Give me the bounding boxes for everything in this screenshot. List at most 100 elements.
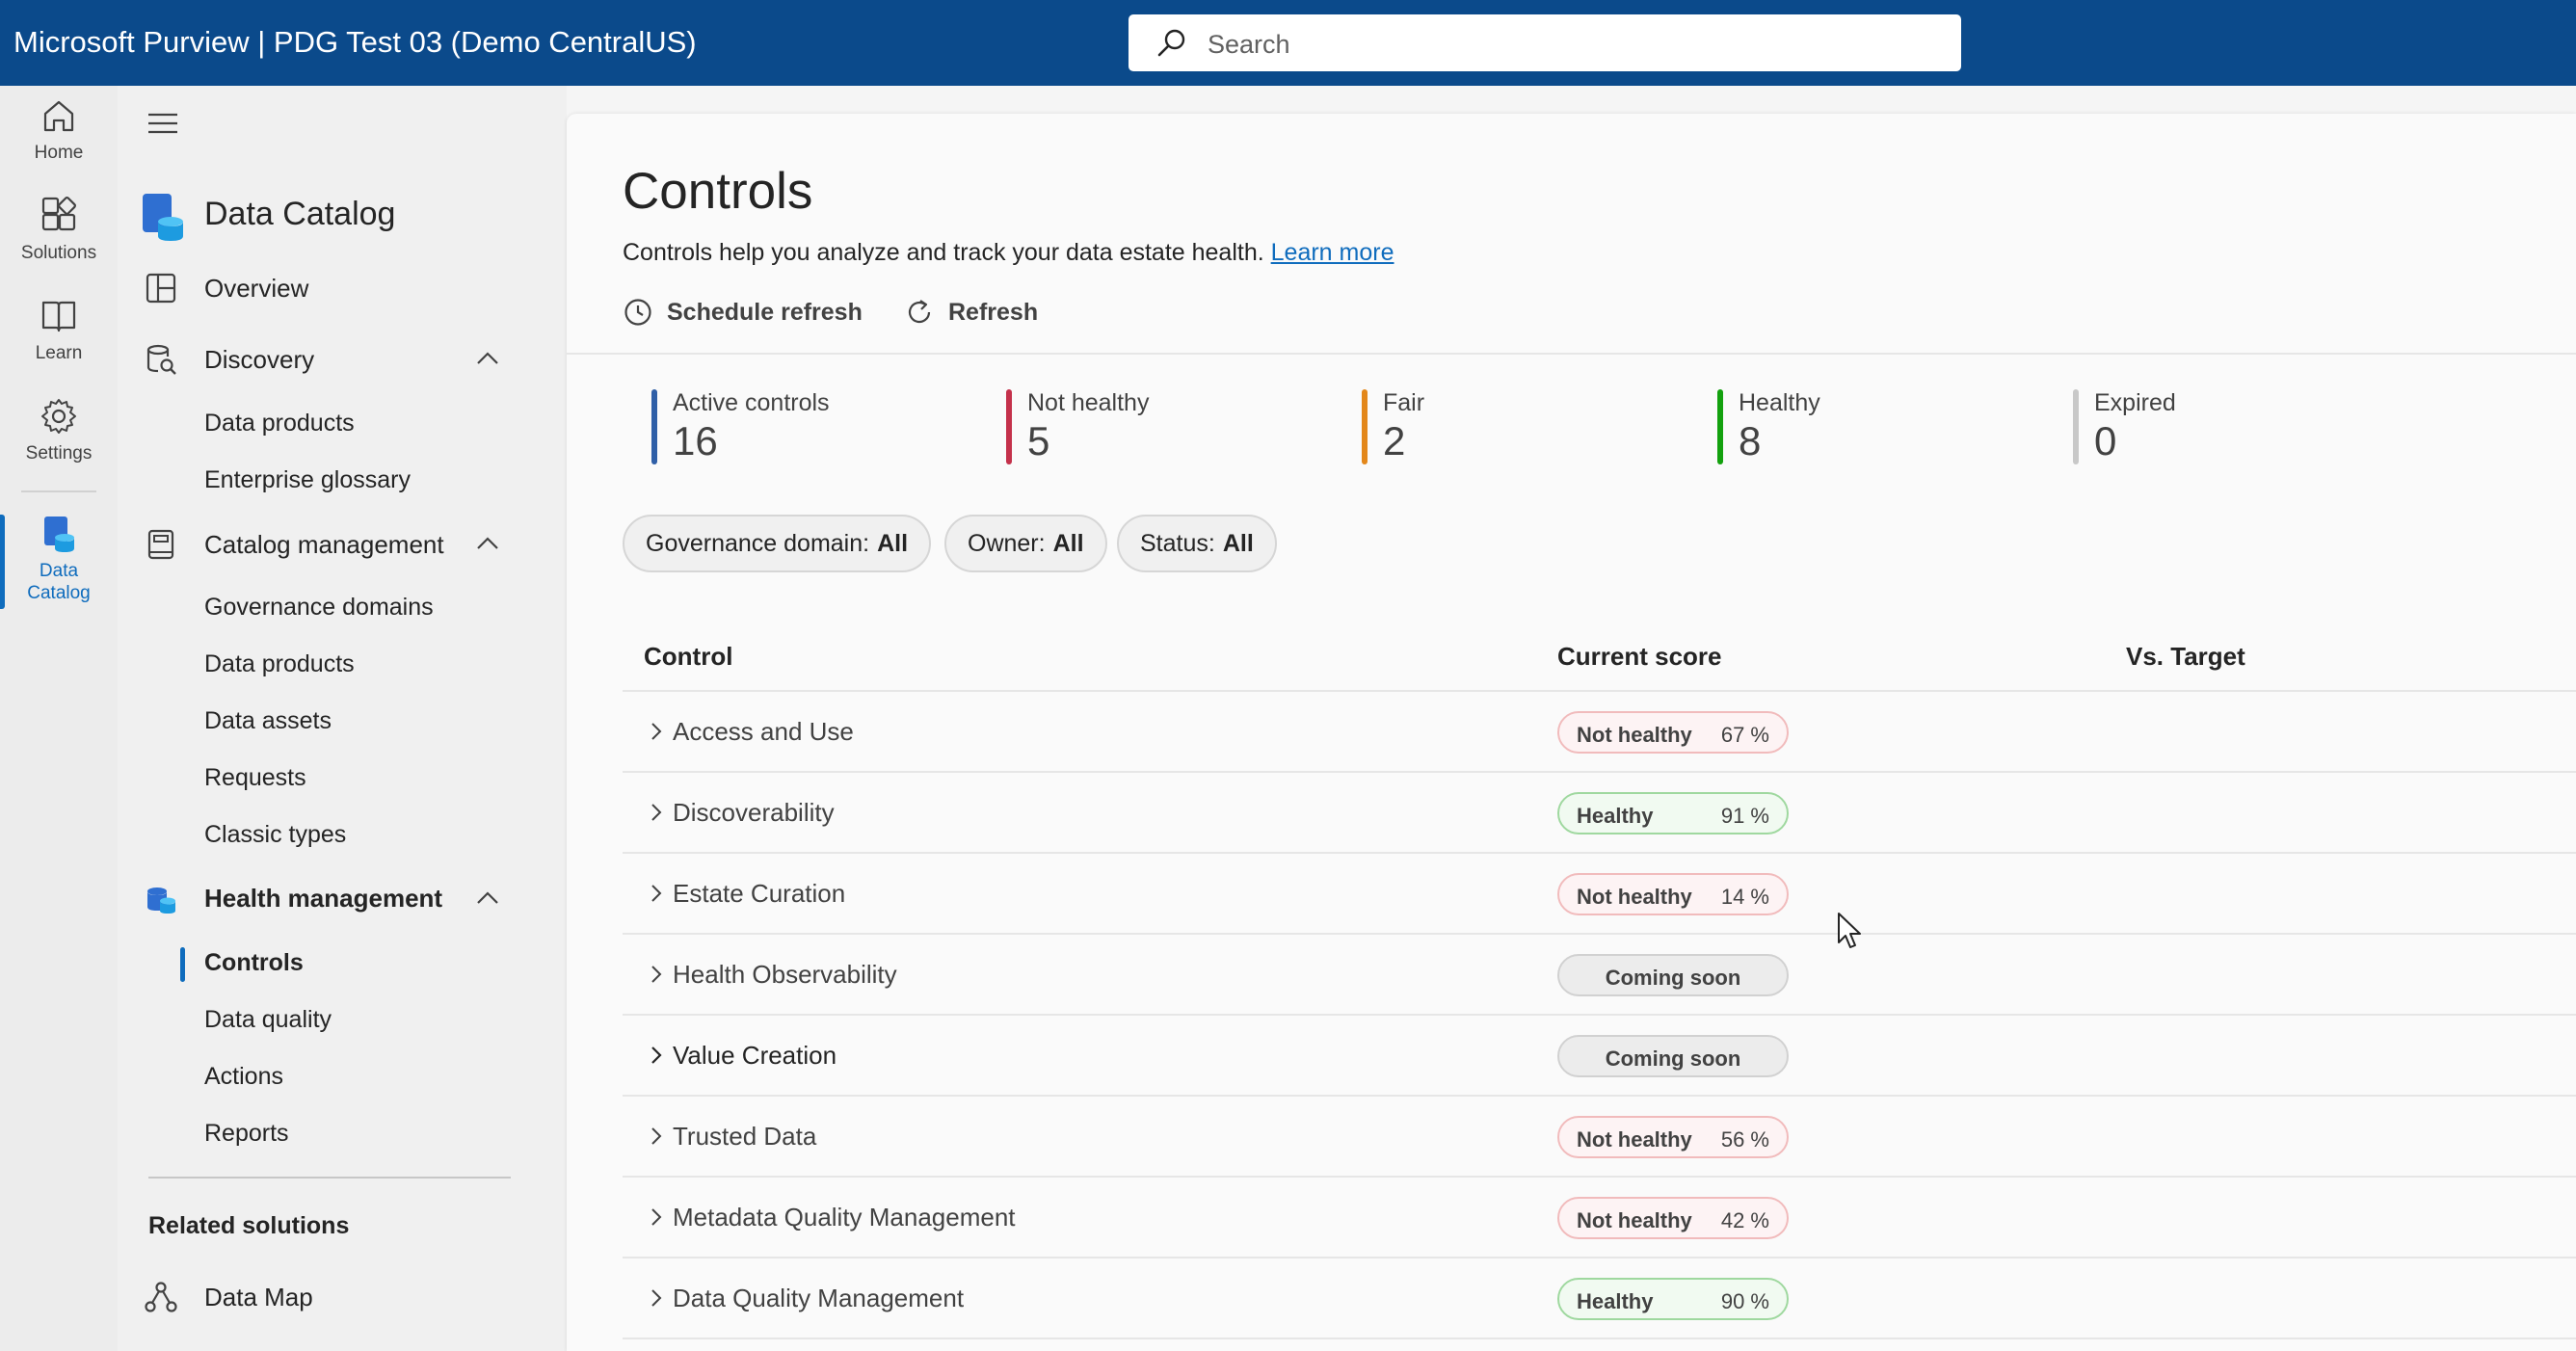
rail-item-settings[interactable]: Settings	[0, 396, 118, 464]
score-pill: Not healthy 56 %	[1557, 1116, 1789, 1158]
score-value: 90 %	[1720, 1289, 1769, 1313]
app-title[interactable]: Microsoft Purview | PDG Test 03 (Demo Ce…	[13, 25, 697, 60]
table-row[interactable]: Health Observability Coming soon	[623, 935, 2576, 1016]
filter-owner[interactable]: Owner: All	[944, 515, 1107, 572]
table-row[interactable]: Discoverability Healthy 91 %	[623, 773, 2576, 854]
score-pill: Coming soon	[1557, 954, 1789, 996]
column-header-current-score[interactable]: Current score	[1557, 642, 1722, 672]
data-catalog-icon	[44, 517, 74, 552]
kpi-label: Expired	[2094, 389, 2176, 416]
kpi-color-bar	[1006, 389, 1012, 464]
score-pill: Not healthy 42 %	[1557, 1197, 1789, 1239]
rail-label-data-catalog-line1: Data	[39, 561, 79, 581]
nav-item-catalog-data-products[interactable]: Data products	[204, 650, 355, 678]
table-row[interactable]: Data Quality Management Healthy 90 %	[623, 1258, 2576, 1339]
search-placeholder: Search	[1208, 30, 1290, 59]
page-description-text: Controls help you analyze and track your…	[623, 239, 1264, 266]
nav-item-actions[interactable]: Actions	[204, 1063, 283, 1091]
table-row[interactable]: Value Creation Coming soon	[623, 1016, 2576, 1097]
table-row[interactable]: Access and Use Not healthy 67 %	[623, 692, 2576, 773]
chevron-right-icon[interactable]	[644, 798, 669, 827]
chevron-right-icon[interactable]	[644, 1203, 669, 1232]
main-content: Controls Controls help you analyze and t…	[567, 114, 2576, 1351]
health-database-icon	[147, 887, 175, 914]
score-value: 91 %	[1720, 804, 1769, 828]
score-status: Coming soon	[1605, 966, 1741, 990]
column-header-vs-target[interactable]: Vs. Target	[2126, 642, 2245, 672]
page-description: Controls help you analyze and track your…	[623, 239, 1394, 267]
filter-status[interactable]: Status: All	[1117, 515, 1277, 572]
nav-panel: Data Catalog Overview Discovery Data pro…	[118, 86, 567, 1351]
score-value: 14 %	[1720, 885, 1769, 909]
nav-item-overview[interactable]: Overview	[118, 260, 567, 314]
refresh-button[interactable]: Refresh	[904, 293, 1038, 331]
nav-title: Data Catalog	[204, 196, 396, 232]
nav-item-controls[interactable]: Controls	[204, 949, 304, 977]
nav-divider	[148, 1177, 511, 1179]
kpi-value: 8	[1739, 418, 1762, 464]
filter-label: Status:	[1140, 529, 1215, 557]
nav-label-health-management: Health management	[204, 884, 443, 913]
nav-item-reports[interactable]: Reports	[204, 1120, 289, 1148]
chevron-right-icon[interactable]	[644, 960, 669, 989]
search-box[interactable]: Search	[1129, 14, 1961, 71]
score-value: 56 %	[1720, 1127, 1769, 1152]
filter-governance-domain[interactable]: Governance domain: All	[623, 515, 932, 572]
mouse-cursor-icon	[1838, 913, 1861, 948]
chevron-right-icon[interactable]	[644, 879, 669, 908]
control-name: Access and Use	[673, 717, 854, 746]
nav-item-enterprise-glossary[interactable]: Enterprise glossary	[204, 466, 411, 494]
book-icon	[41, 301, 76, 332]
nav-item-requests[interactable]: Requests	[204, 764, 306, 792]
nav-label-overview: Overview	[204, 274, 309, 303]
nav-item-classic-types[interactable]: Classic types	[204, 821, 346, 849]
chevron-right-icon[interactable]	[644, 717, 669, 746]
rail-item-solutions[interactable]: Solutions	[0, 196, 118, 264]
nav-item-governance-domains[interactable]: Governance domains	[204, 594, 434, 622]
nav-item-data-assets[interactable]: Data assets	[204, 707, 332, 735]
related-solutions-heading: Related solutions	[148, 1212, 350, 1239]
filter-value: All	[1222, 529, 1254, 557]
home-icon	[43, 100, 74, 132]
solutions-icon	[41, 197, 76, 231]
chevron-up-icon[interactable]	[474, 345, 501, 372]
kpi-value: 16	[673, 418, 718, 464]
chevron-right-icon[interactable]	[644, 1284, 669, 1312]
control-name: Health Observability	[673, 960, 897, 989]
rail-label-settings: Settings	[25, 443, 93, 464]
kpi-color-bar	[1362, 389, 1368, 464]
nav-item-data-products[interactable]: Data products	[204, 410, 355, 437]
chevron-up-icon[interactable]	[474, 885, 501, 912]
top-bar: Microsoft Purview | PDG Test 03 (Demo Ce…	[0, 0, 2576, 86]
hamburger-menu-icon[interactable]	[146, 109, 179, 138]
nav-item-data-quality[interactable]: Data quality	[204, 1006, 332, 1034]
chevron-up-icon[interactable]	[474, 530, 501, 557]
kpi-color-bar	[651, 389, 657, 464]
page-title: Controls	[623, 163, 813, 220]
column-header-control[interactable]: Control	[644, 642, 732, 672]
nav-item-discovery[interactable]: Discovery	[118, 331, 567, 385]
nav-item-data-map[interactable]: Data Map	[118, 1269, 567, 1323]
kpi-value: 0	[2094, 418, 2117, 464]
kpi-value: 5	[1027, 418, 1050, 464]
chevron-right-icon[interactable]	[644, 1122, 669, 1151]
nav-active-indicator	[180, 947, 185, 982]
nav-item-health-management[interactable]: Health management	[118, 871, 567, 925]
table-row[interactable]: Estate Curation Not healthy 14 %	[623, 854, 2576, 935]
filter-label: Owner:	[968, 529, 1046, 557]
table-row[interactable]: Trusted Data Not healthy 56 %	[623, 1097, 2576, 1178]
score-value: 67 %	[1720, 723, 1769, 747]
rail-item-learn[interactable]: Learn	[0, 296, 118, 364]
learn-more-link[interactable]: Learn more	[1271, 239, 1394, 266]
notebook-icon	[147, 529, 174, 560]
rail-label-home: Home	[34, 143, 84, 163]
score-pill: Coming soon	[1557, 1035, 1789, 1077]
table-row[interactable]: Metadata Quality Management Not healthy …	[623, 1178, 2576, 1258]
chevron-right-icon[interactable]	[644, 1041, 669, 1070]
rail-item-home[interactable]: Home	[0, 95, 118, 164]
rail-label-solutions: Solutions	[20, 243, 97, 263]
schedule-refresh-button[interactable]: Schedule refresh	[623, 293, 863, 331]
nav-item-catalog-management[interactable]: Catalog management	[118, 517, 567, 570]
kpi-label: Healthy	[1739, 389, 1820, 416]
rail-item-data-catalog[interactable]: Data Catalog	[0, 514, 118, 604]
